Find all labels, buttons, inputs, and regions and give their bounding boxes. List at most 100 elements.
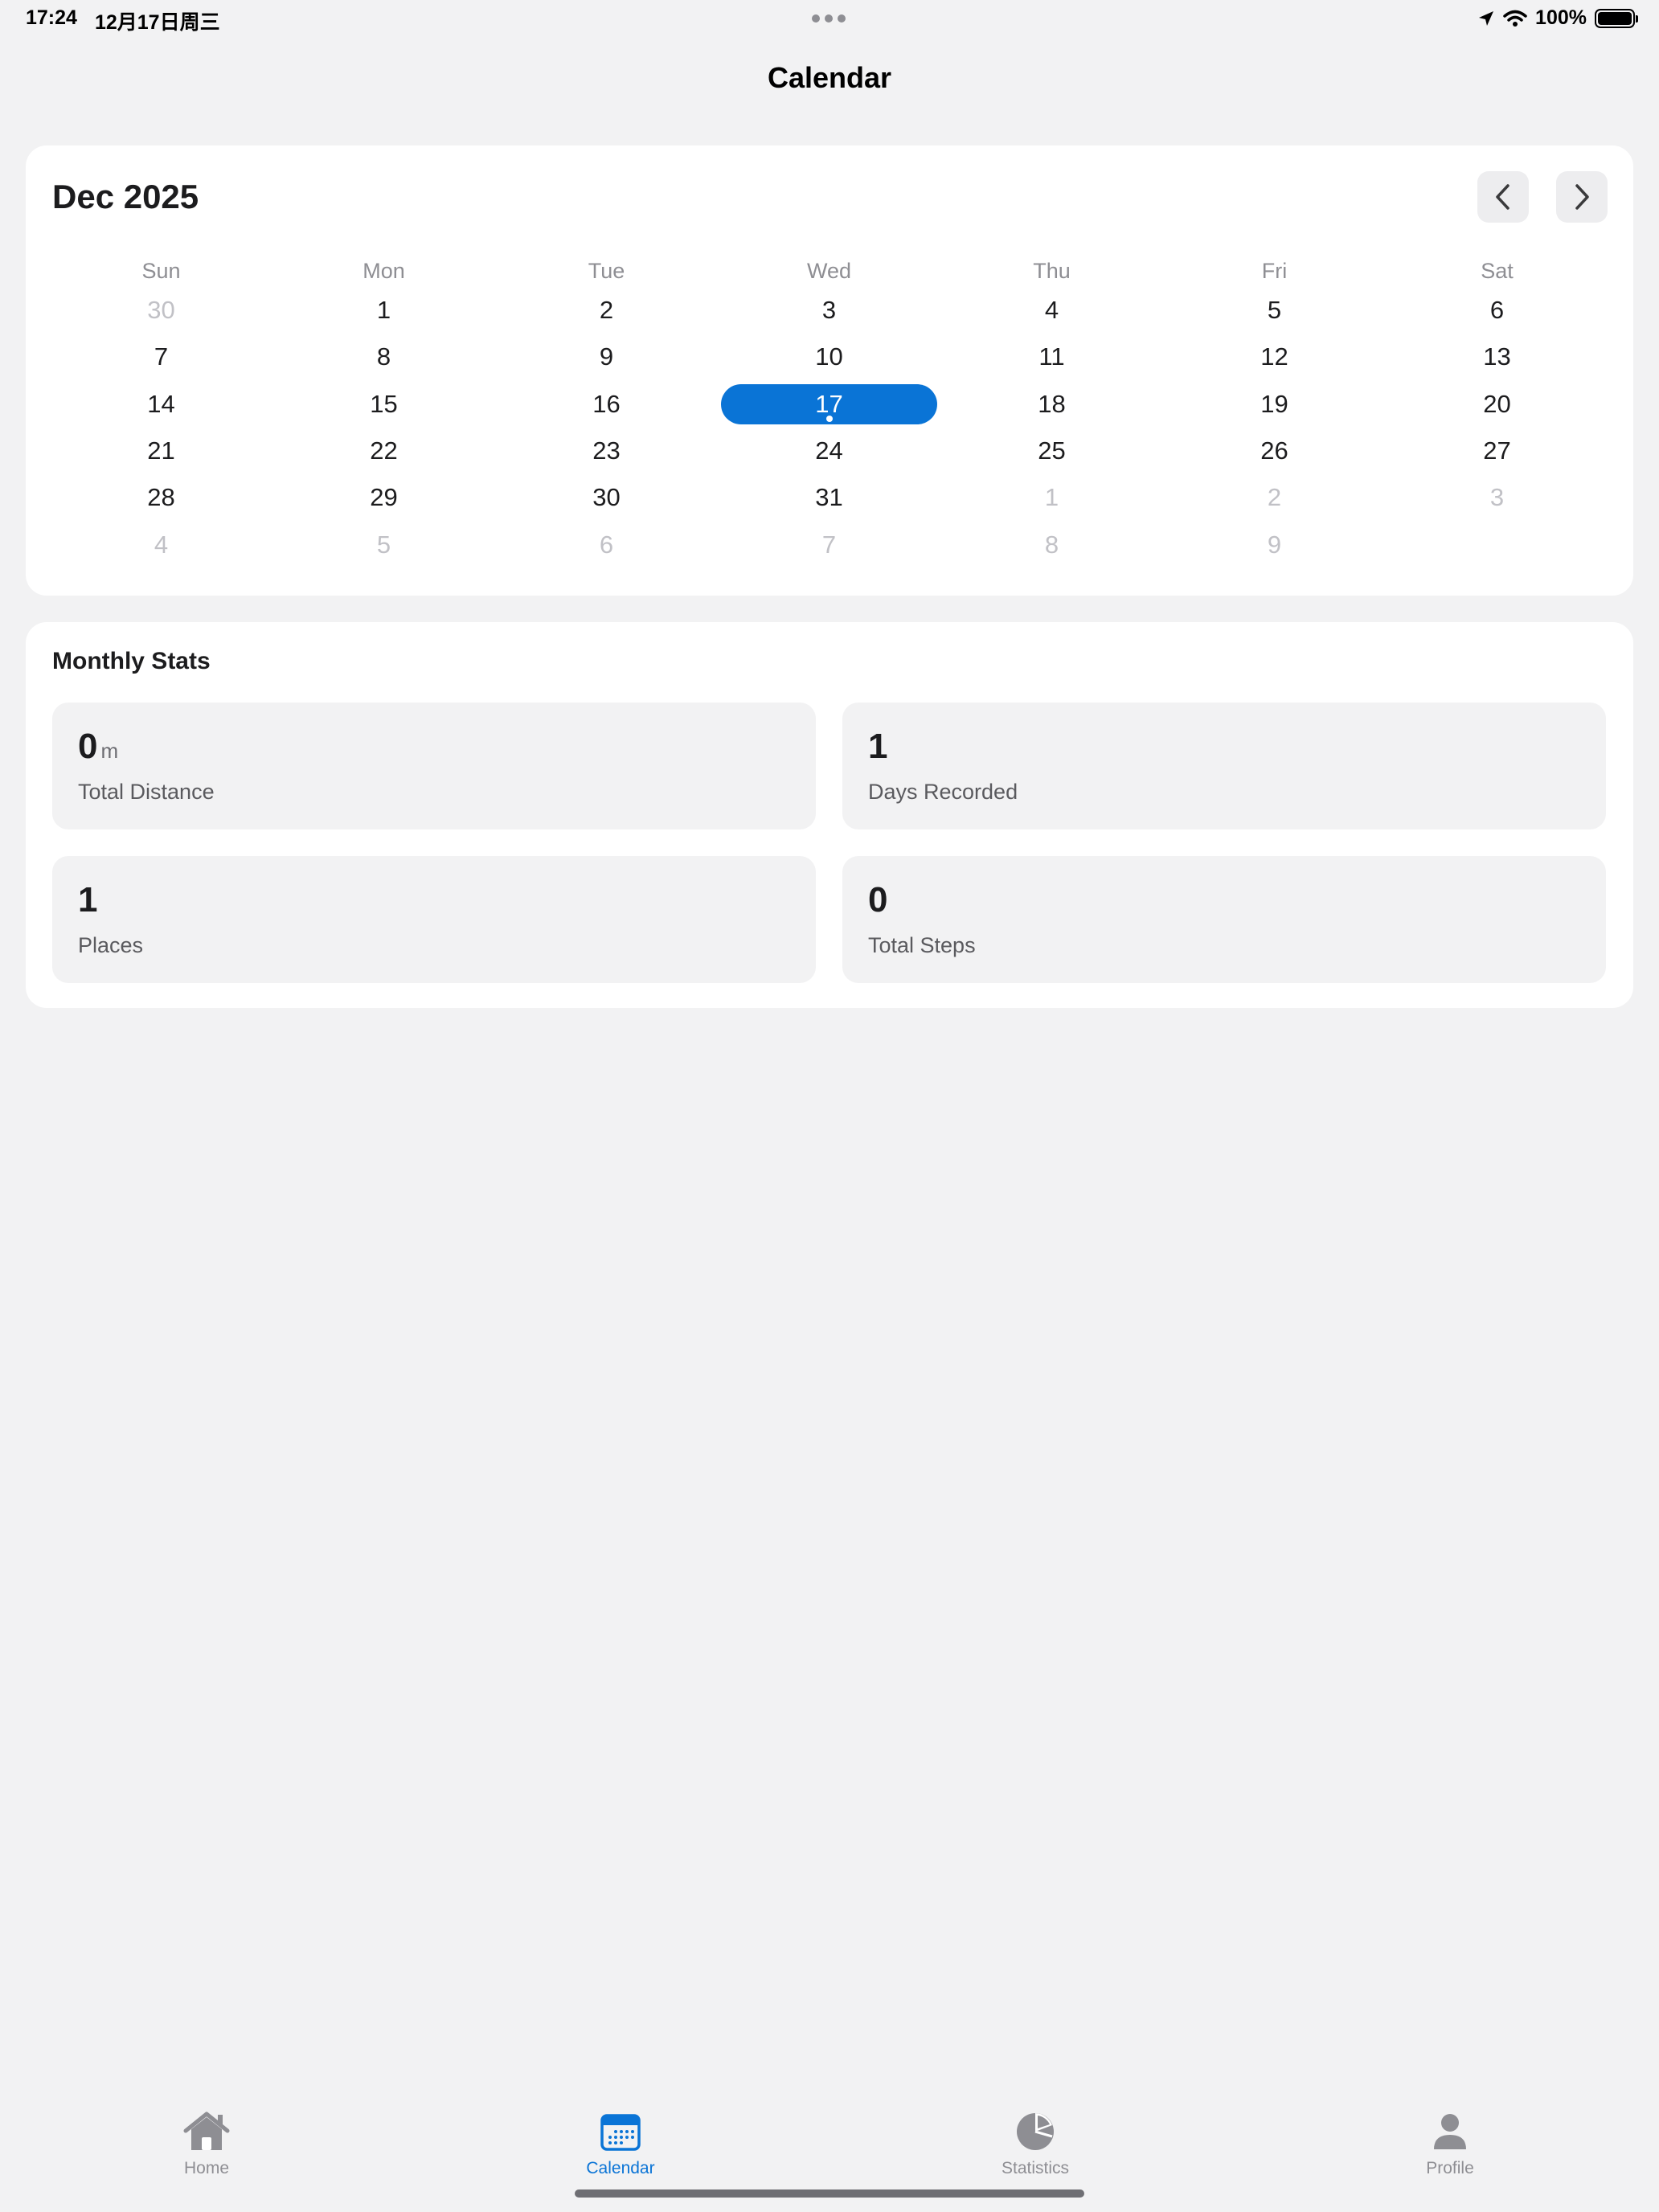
month-title: Dec 2025 (52, 178, 199, 215)
calendar-day[interactable]: 9 (495, 337, 718, 377)
calendar-day[interactable]: 5 (272, 525, 495, 565)
weekday-header-row: Sun Mon Tue Wed Thu Fri Sat (26, 256, 1633, 285)
next-month-button[interactable] (1556, 171, 1608, 223)
calendar-week-row: 14 15 16 17 18 19 20 (26, 384, 1633, 424)
calendar-day[interactable]: 21 (50, 431, 272, 471)
tab-statistics[interactable]: Statistics (915, 2109, 1156, 2178)
weekday-label: Sun (141, 259, 181, 283)
calendar-day[interactable]: 8 (940, 525, 1163, 565)
calendar-day[interactable]: 6 (1386, 290, 1608, 330)
stat-days-recorded: 1 Days Recorded (842, 703, 1606, 830)
calendar-day[interactable]: 29 (272, 477, 495, 518)
wifi-icon (1503, 10, 1527, 27)
monthly-stats-card: Monthly Stats 0m Total Distance 1 Days R… (26, 622, 1633, 1008)
battery-percentage: 100% (1535, 6, 1587, 29)
status-bar: 17:24 12月17日周三 100% (0, 0, 1659, 40)
tab-label: Statistics (1001, 2159, 1070, 2177)
calendar-week-row: 30 1 2 3 4 5 6 (26, 290, 1633, 330)
stat-value: 1 (78, 880, 98, 920)
stat-total-distance: 0m Total Distance (52, 703, 816, 830)
calendar-day[interactable]: 25 (940, 431, 1163, 471)
location-icon (1479, 10, 1494, 26)
calendar-week-row: 4 5 6 7 8 9 (26, 525, 1633, 565)
calendar-day[interactable]: 3 (718, 290, 940, 330)
pie-chart-icon (1017, 2113, 1054, 2150)
calendar-day[interactable]: 30 (495, 477, 718, 518)
calendar-day[interactable]: 19 (1163, 384, 1386, 424)
calendar-day[interactable]: 15 (272, 384, 495, 424)
calendar-day[interactable]: 22 (272, 431, 495, 471)
calendar-day[interactable]: 3 (1386, 477, 1608, 518)
stat-places: 1 Places (52, 856, 816, 983)
battery-icon (1595, 8, 1638, 28)
calendar-day[interactable]: 28 (50, 477, 272, 518)
calendar-day[interactable]: 14 (50, 384, 272, 424)
calendar-day[interactable]: 20 (1386, 384, 1608, 424)
calendar-day[interactable]: 8 (272, 337, 495, 377)
weekday-label: Thu (1033, 259, 1071, 283)
calendar-week-row: 7 8 9 10 11 12 13 (26, 337, 1633, 377)
calendar-day[interactable]: 12 (1163, 337, 1386, 377)
weekday-label: Fri (1261, 259, 1288, 283)
status-time: 17:24 (26, 6, 77, 29)
calendar-day[interactable]: 1 (940, 477, 1163, 518)
calendar-day[interactable]: 27 (1386, 431, 1608, 471)
home-icon (183, 2112, 230, 2150)
stat-label: Days Recorded (868, 780, 1018, 804)
calendar-day (1386, 525, 1608, 565)
weekday-label: Wed (806, 259, 852, 283)
weekday-label: Tue (588, 259, 625, 283)
status-date: 12月17日周三 (94, 11, 220, 34)
tab-calendar[interactable]: Calendar (500, 2109, 741, 2178)
stat-total-steps: 0 Total Steps (842, 856, 1606, 983)
page-title: Calendar (767, 61, 892, 94)
calendar-day[interactable]: 2 (1163, 477, 1386, 518)
calendar-day[interactable]: 16 (495, 384, 718, 424)
multitasking-dots-icon[interactable] (812, 14, 846, 23)
calendar-day[interactable]: 7 (718, 525, 940, 565)
stat-label: Total Steps (868, 933, 976, 957)
calendar-day[interactable]: 5 (1163, 290, 1386, 330)
calendar-day-selected[interactable]: 17 (721, 384, 937, 424)
calendar-day[interactable]: 26 (1163, 431, 1386, 471)
stat-label: Total Distance (78, 780, 215, 804)
status-time-date: 17:24 12月17日周三 (26, 6, 220, 35)
stat-label: Places (78, 933, 144, 957)
calendar-day[interactable]: 6 (495, 525, 718, 565)
chevron-right-icon (1575, 184, 1589, 210)
calendar-day[interactable]: 23 (495, 431, 718, 471)
home-indicator (575, 2189, 1084, 2198)
previous-month-button[interactable] (1477, 171, 1529, 223)
stat-value: 0 (78, 727, 98, 766)
calendar-day[interactable]: 9 (1163, 525, 1386, 565)
calendar-day[interactable]: 2 (495, 290, 718, 330)
calendar-day[interactable]: 13 (1386, 337, 1608, 377)
stat-value-line: 0m (78, 727, 118, 767)
calendar-icon (600, 2114, 641, 2151)
status-indicators: 100% (1477, 6, 1638, 30)
tab-profile[interactable]: Profile (1329, 2109, 1571, 2178)
calendar-day[interactable]: 11 (940, 337, 1163, 377)
weekday-label: Sat (1481, 259, 1514, 283)
stats-title: Monthly Stats (52, 648, 211, 674)
calendar-day[interactable]: 1 (272, 290, 495, 330)
tab-home[interactable]: Home (86, 2109, 327, 2178)
stat-value: 1 (868, 727, 888, 766)
tab-label: Profile (1426, 2159, 1474, 2177)
calendar-day[interactable]: 4 (940, 290, 1163, 330)
calendar-day[interactable]: 10 (718, 337, 940, 377)
weekday-label: Mon (363, 259, 405, 283)
stat-unit: m (100, 739, 119, 763)
calendar-day[interactable]: 18 (940, 384, 1163, 424)
calendar-day[interactable]: 7 (50, 337, 272, 377)
calendar-day[interactable]: 30 (50, 290, 272, 330)
stat-value: 0 (868, 880, 888, 920)
calendar-day[interactable]: 31 (718, 477, 940, 518)
tab-label: Home (183, 2159, 230, 2177)
calendar-day[interactable]: 4 (50, 525, 272, 565)
calendar-week-row: 28 29 30 31 1 2 3 (26, 477, 1633, 518)
calendar-card: Dec 2025 Sun Mon Tue Wed Thu Fri Sat 30 … (26, 145, 1633, 596)
calendar-day[interactable]: 24 (718, 431, 940, 471)
record-dot-icon (825, 416, 833, 422)
person-icon (1434, 2114, 1466, 2149)
